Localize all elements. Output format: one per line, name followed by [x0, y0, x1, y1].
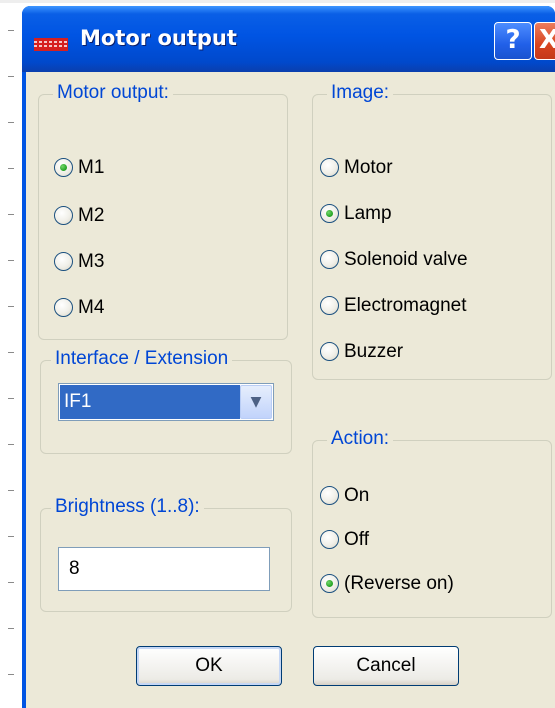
brightness-input[interactable]: 8: [58, 547, 270, 591]
radio-button-icon: [54, 298, 73, 317]
radio-button-icon: [320, 296, 339, 315]
radio-label: Solenoid valve: [344, 249, 468, 270]
radio-button-icon: [54, 158, 73, 177]
radio-button-icon: [54, 252, 73, 271]
interface-extension-legend: Interface / Extension: [51, 348, 233, 370]
radio-button-icon: [320, 530, 339, 549]
background-dotted-margin: [0, 0, 22, 708]
motor-output-dialog: Motor output ? X Motor output: M1 M2 M3 …: [22, 6, 555, 708]
radio-label: M3: [78, 251, 105, 272]
ok-button[interactable]: OK: [136, 646, 282, 686]
dialog-client-area: Motor output: M1 M2 M3 M4 Image: Motor L: [26, 72, 555, 708]
radio-selected-dot-icon: [60, 164, 67, 171]
radio-label: Motor: [344, 157, 393, 178]
radio-label: (Reverse on): [344, 573, 454, 594]
radio-label: Buzzer: [344, 341, 404, 362]
title-bar[interactable]: Motor output ? X: [22, 6, 555, 72]
action-legend: Action:: [327, 428, 394, 450]
dialog-title: Motor output: [80, 26, 237, 50]
image-group: Image:: [312, 82, 552, 380]
radio-label: M4: [78, 297, 105, 318]
radio-button-icon: [320, 342, 339, 361]
image-legend: Image:: [327, 82, 394, 104]
brightness-legend: Brightness (1..8):: [51, 496, 204, 518]
radio-button-icon: [320, 158, 339, 177]
interface-select-value: IF1: [60, 385, 240, 419]
radio-label: Electromagnet: [344, 295, 467, 316]
help-button[interactable]: ?: [494, 22, 532, 60]
radio-label: M2: [78, 205, 105, 226]
radio-label: M1: [78, 157, 105, 178]
radio-selected-dot-icon: [326, 580, 333, 587]
radio-button-icon: [320, 486, 339, 505]
chevron-down-icon[interactable]: ▼: [240, 385, 272, 419]
radio-label: Off: [344, 529, 369, 550]
radio-label: On: [344, 485, 370, 506]
radio-button-icon: [320, 250, 339, 269]
cancel-button[interactable]: Cancel: [313, 646, 459, 686]
radio-button-icon: [320, 204, 339, 223]
motor-output-group: Motor output:: [38, 82, 288, 340]
radio-button-icon: [320, 574, 339, 593]
interface-select[interactable]: IF1 ▼: [58, 383, 274, 421]
radio-selected-dot-icon: [326, 210, 333, 217]
robo-app-icon: [34, 38, 68, 51]
close-button[interactable]: X: [534, 22, 555, 60]
radio-button-icon: [54, 206, 73, 225]
radio-label: Lamp: [344, 203, 392, 224]
motor-output-legend: Motor output:: [53, 82, 173, 104]
background-line: [0, 0, 555, 3]
